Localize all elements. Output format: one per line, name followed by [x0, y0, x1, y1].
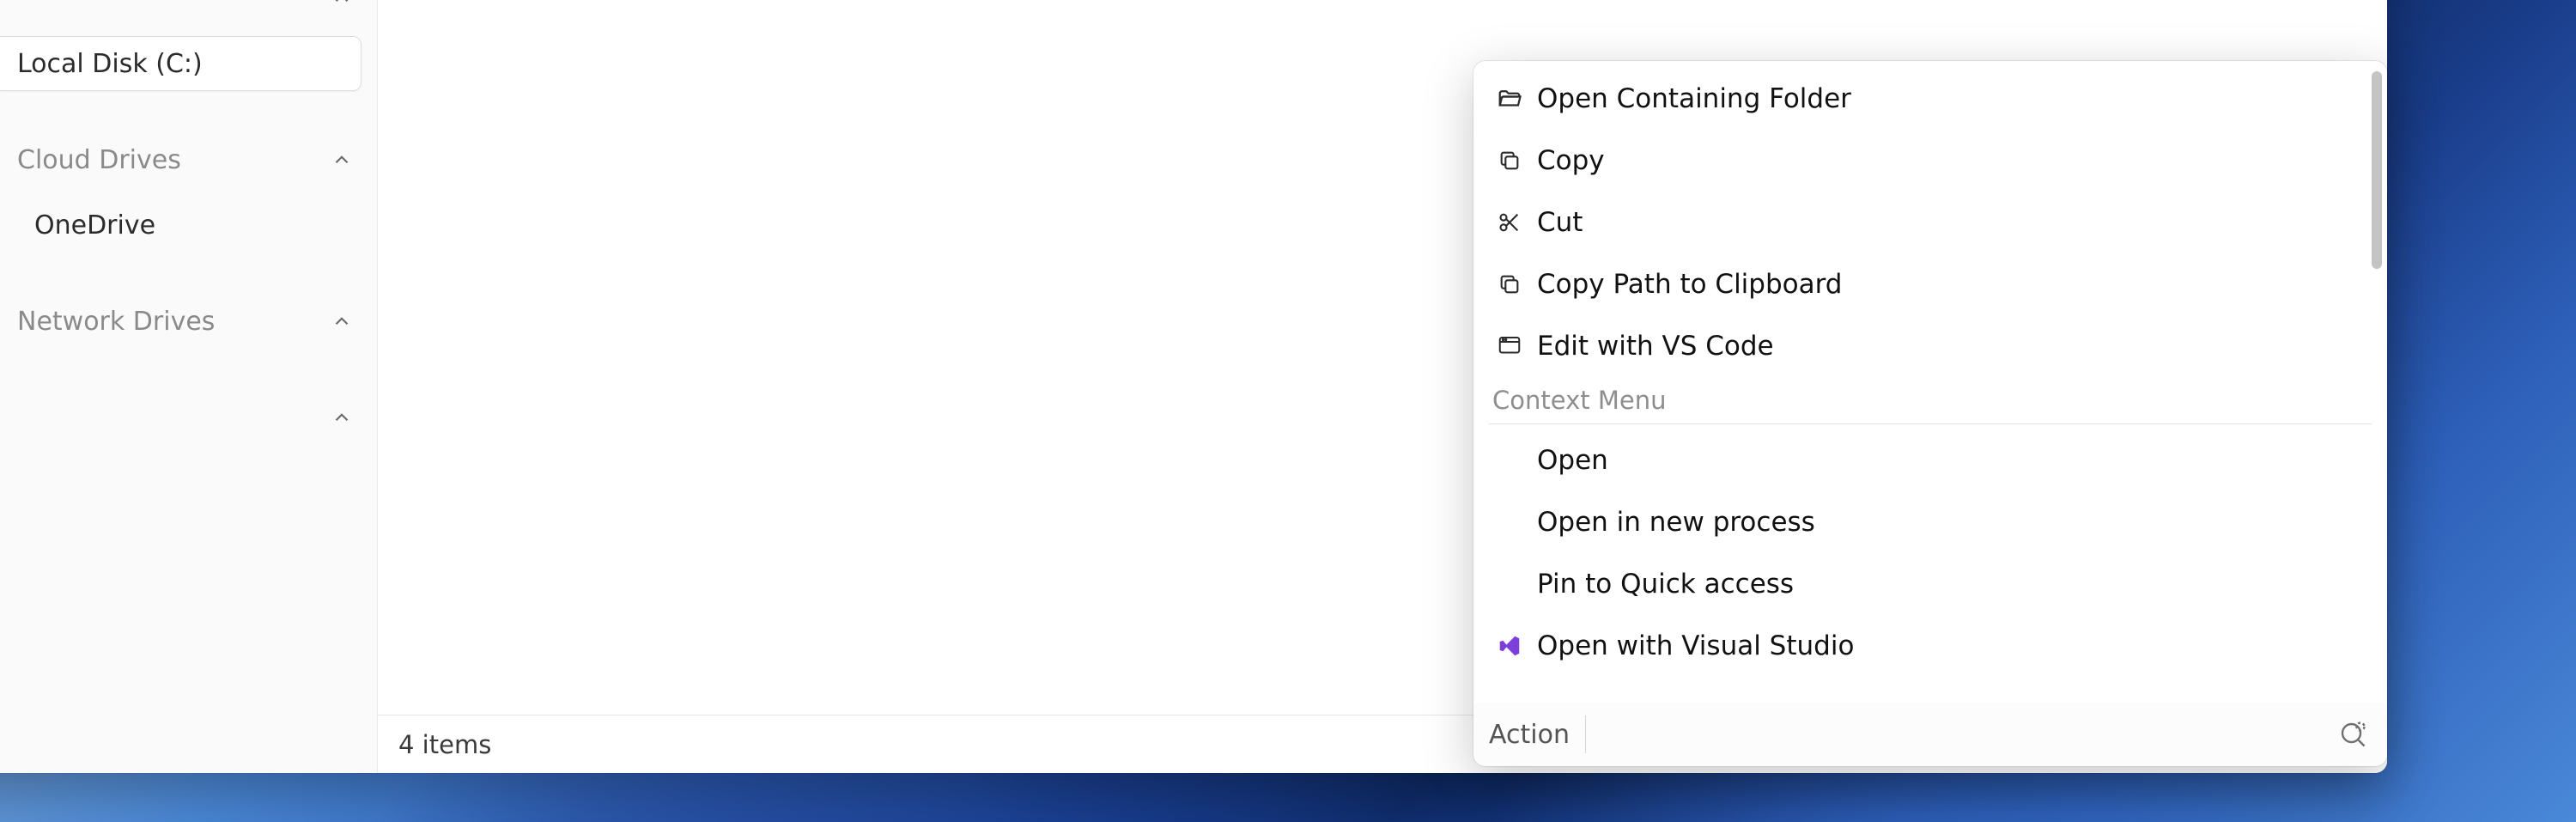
sidebar-group-network-drives[interactable]: Network Drives [0, 289, 377, 354]
cmd-open-visual-studio[interactable]: Open with Visual Studio [1482, 615, 2379, 677]
command-palette-list[interactable]: Open Containing Folder Copy Cut Copy Pat… [1473, 61, 2387, 703]
sidebar-item-label: OneDrive [34, 210, 155, 241]
file-explorer-sidebar: Local Disk (C:) Cloud Drives OneDrive Ne… [0, 0, 378, 773]
chevron-up-icon[interactable] [331, 310, 353, 332]
cmd-pin-quick-access[interactable]: Pin to Quick access [1482, 553, 2379, 615]
chevron-up-icon[interactable] [331, 406, 353, 429]
cmd-open-new-process[interactable]: Open in new process [1482, 491, 2379, 553]
cmd-label: Pin to Quick access [1537, 569, 1794, 600]
divider [1489, 423, 2372, 424]
cut-icon [1489, 210, 1530, 234]
sidebar-group-cloud-drives[interactable]: Cloud Drives [0, 127, 377, 192]
cmd-open[interactable]: Open [1482, 429, 2379, 491]
command-palette-footer: Action [1473, 703, 2387, 766]
vscode-icon [1489, 333, 1530, 359]
folder-open-icon [1489, 86, 1530, 112]
copy-icon [1489, 149, 1530, 173]
visual-studio-icon [1489, 633, 1530, 659]
scrollbar[interactable] [2372, 71, 2382, 269]
chevron-up-icon[interactable] [331, 149, 353, 171]
copy-icon [1489, 272, 1530, 296]
sidebar-item-local-disk-c[interactable]: Local Disk (C:) [0, 31, 377, 96]
cmd-label: Copy Path to Clipboard [1537, 269, 1843, 300]
chevron-up-icon[interactable] [331, 0, 353, 9]
sidebar-group-label: Network Drives [17, 307, 215, 337]
cmd-open-containing-folder[interactable]: Open Containing Folder [1482, 68, 2379, 130]
status-item-count: 4 items [398, 730, 491, 759]
cmd-label: Open [1537, 445, 1608, 476]
sidebar-group-label: Cloud Drives [17, 145, 181, 175]
cmd-edit-with-vscode[interactable]: Edit with VS Code [1482, 315, 2379, 377]
cmd-cut[interactable]: Cut [1482, 192, 2379, 253]
sidebar-group-unlabeled[interactable] [0, 385, 377, 450]
cmd-label: Copy [1537, 145, 1605, 176]
cmd-label: Edit with VS Code [1537, 331, 1774, 362]
cmd-label: Open with Visual Studio [1537, 630, 1854, 661]
cmd-label: Cut [1537, 207, 1583, 238]
command-palette-input[interactable] [1603, 721, 2317, 748]
footer-label: Action [1489, 715, 1586, 753]
search-icon[interactable] [2334, 715, 2372, 753]
cmd-label: Open in new process [1537, 507, 1815, 538]
cmd-copy[interactable]: Copy [1482, 130, 2379, 192]
sidebar-item-label: Local Disk (C:) [17, 49, 203, 79]
context-menu-section-title: Context Menu [1482, 377, 2379, 423]
command-palette: Open Containing Folder Copy Cut Copy Pat… [1473, 61, 2387, 766]
sidebar-group-top[interactable] [0, 0, 377, 31]
cmd-copy-path[interactable]: Copy Path to Clipboard [1482, 253, 2379, 315]
cmd-label: Open Containing Folder [1537, 83, 1851, 114]
sidebar-item-onedrive[interactable]: OneDrive [0, 192, 377, 258]
